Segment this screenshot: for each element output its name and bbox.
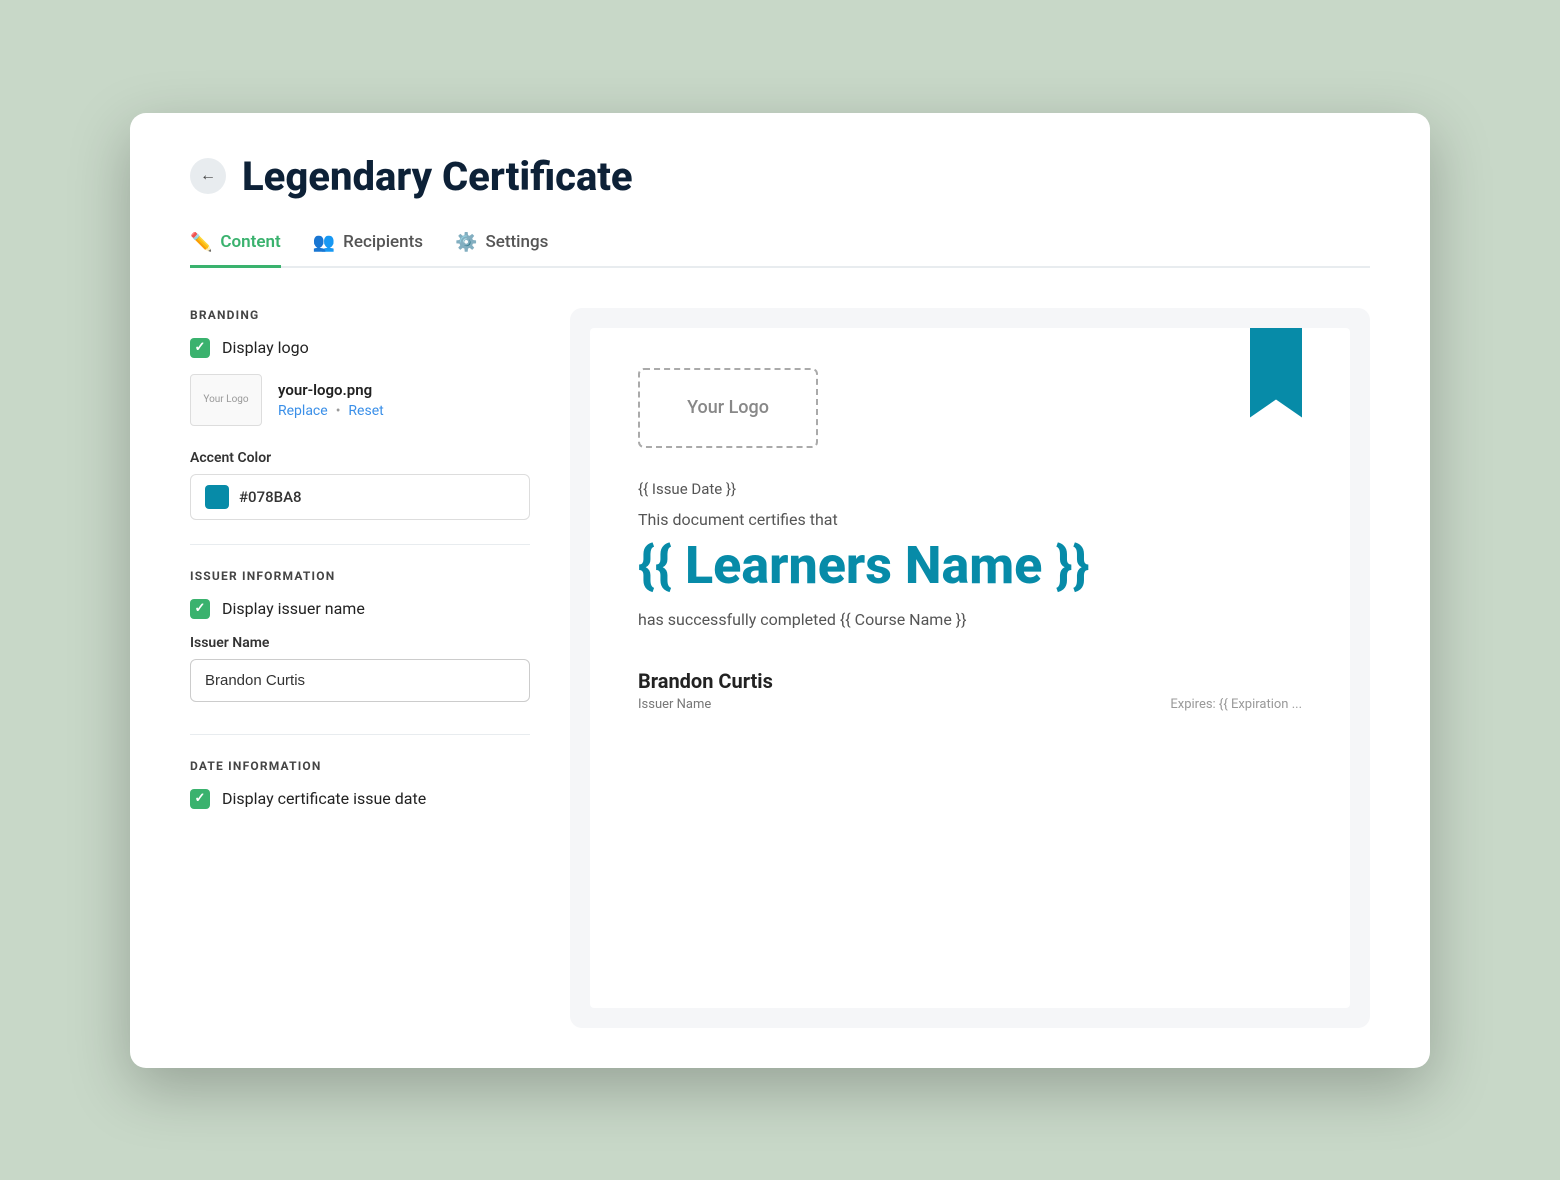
cert-issuer-section: Brandon Curtis Issuer Name Expires: {{ E… [638,669,1302,712]
page-header: ← Legendary Certificate [190,153,1370,200]
logo-preview-row: Your Logo your-logo.png Replace • Reset [190,374,530,426]
tab-settings[interactable]: ⚙️ Settings [455,232,548,268]
logo-actions: Replace • Reset [278,403,384,419]
certificate-preview-panel: Your Logo {{ Issue Date }} This document… [570,308,1370,1028]
issuer-name-input[interactable] [190,659,530,702]
tab-settings-label: Settings [485,232,548,252]
certificate-ribbon [1250,328,1302,418]
cert-certifies-text: This document certifies that [638,510,1302,529]
tab-content[interactable]: ✏️ Content [190,232,281,268]
logo-filename: your-logo.png [278,381,384,399]
divider-1 [190,544,530,545]
branding-section-label: BRANDING [190,308,530,322]
tab-recipients-label: Recipients [343,232,423,252]
replace-logo-link[interactable]: Replace [278,403,328,419]
display-issuer-checkbox[interactable] [190,599,210,619]
display-logo-checkbox[interactable] [190,338,210,358]
logo-info: your-logo.png Replace • Reset [278,381,384,419]
settings-tab-icon: ⚙️ [455,232,477,253]
accent-color-value: #078BA8 [239,488,302,506]
tab-content-label: Content [220,232,280,252]
tabs-bar: ✏️ Content 👥 Recipients ⚙️ Settings [190,232,1370,268]
display-date-label: Display certificate issue date [222,789,426,808]
issuer-name-label: Issuer Name [190,635,530,651]
logo-thumbnail: Your Logo [190,374,262,426]
cert-logo-placeholder: Your Logo [638,368,818,448]
main-layout: BRANDING Display logo Your Logo your-log… [190,308,1370,1028]
content-tab-icon: ✏️ [190,232,212,253]
left-panel: BRANDING Display logo Your Logo your-log… [190,308,570,1028]
date-section-label: DATE INFORMATION [190,759,530,773]
cert-expires: Expires: {{ Expiration ... [1170,697,1302,712]
display-date-row: Display certificate issue date [190,789,530,809]
page-content: ← Legendary Certificate ✏️ Content 👥 Rec… [130,113,1430,1068]
accent-color-swatch [205,485,229,509]
cert-issuer-name: Brandon Curtis [638,669,773,693]
page-title: Legendary Certificate [242,153,633,200]
browser-window: ← Legendary Certificate ✏️ Content 👥 Rec… [130,113,1430,1068]
cert-learner-name: {{ Learners Name }} [638,537,1302,594]
accent-color-label: Accent Color [190,450,530,466]
reset-logo-link[interactable]: Reset [348,403,383,419]
cert-issue-date: {{ Issue Date }} [638,480,1302,498]
display-logo-row: Display logo [190,338,530,358]
display-issuer-label: Display issuer name [222,599,365,618]
tab-recipients[interactable]: 👥 Recipients [313,232,423,268]
display-issuer-row: Display issuer name [190,599,530,619]
display-date-checkbox[interactable] [190,789,210,809]
recipients-tab-icon: 👥 [313,232,335,253]
divider-2 [190,734,530,735]
issuer-section-label: ISSUER INFORMATION [190,569,530,583]
cert-issuer-info: Brandon Curtis Issuer Name [638,669,773,712]
cert-issuer-label: Issuer Name [638,697,773,712]
certificate-preview: Your Logo {{ Issue Date }} This document… [590,328,1350,1008]
back-button[interactable]: ← [190,158,226,194]
accent-color-input-row[interactable]: #078BA8 [190,474,530,520]
display-logo-label: Display logo [222,338,309,357]
cert-completed-text: has successfully completed {{ Course Nam… [638,610,1302,629]
